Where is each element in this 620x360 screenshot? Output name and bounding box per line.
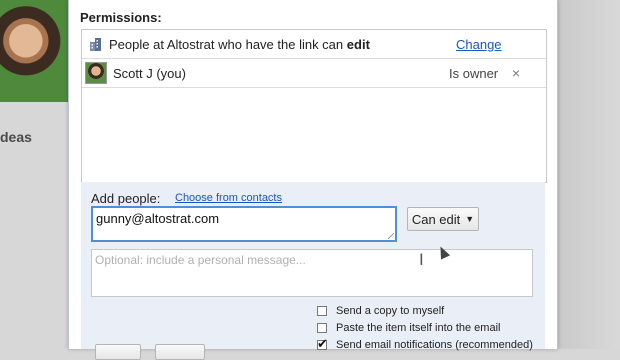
text-cursor-icon: I [419,250,424,269]
option-notifications[interactable]: Send email notifications (recommended) [317,336,533,353]
permission-dropdown-label: Can edit [411,211,461,227]
background-right [556,0,620,349]
option-paste-item[interactable]: Paste the item itself into the email [317,319,533,336]
add-people-input[interactable]: gunny@altostrat.com [91,206,397,242]
sharing-dialog: Permissions: People at Altostrat who hav… [68,0,558,360]
paste-item-label: Paste the item itself into the email [336,321,501,334]
email-value: gunny@altostrat.com [96,211,220,226]
permission-dropdown-button[interactable]: Can edit ▼ [407,207,479,231]
permissions-title: Permissions: [80,10,162,25]
change-link[interactable]: Change [456,37,502,52]
personal-message-field[interactable] [91,249,533,297]
notifications-checkbox[interactable] [317,336,328,352]
option-send-copy[interactable]: Send a copy to myself [317,302,533,319]
user-role: Is owner [449,65,499,81]
add-people-label: Add people: [91,191,161,206]
link-permission-row: People at Altostrat who have the link ca… [82,30,546,59]
user-name: Scott J (you) [113,65,186,81]
permissions-list: People at Altostrat who have the link ca… [81,29,547,183]
add-people-panel: Add people: Choose from contacts gunny@a… [81,182,545,360]
email-options: Send a copy to myself Paste the item its… [317,302,533,353]
building-icon [90,37,101,51]
send-copy-checkbox[interactable] [317,305,327,316]
background-text: deas [0,129,32,145]
background-avatar [0,0,68,102]
user-row: Scott J (you) Is owner × [82,59,546,88]
remove-icon[interactable]: × [512,65,520,81]
link-permission-access: edit [346,36,370,52]
link-permission-text: People at Altostrat who have the link ca… [109,37,370,52]
paste-item-checkbox[interactable] [317,322,327,333]
share-button[interactable] [95,344,141,360]
link-permission-prefix: People at Altostrat who have the link ca… [109,36,344,52]
chevron-down-icon: ▼ [465,214,475,224]
send-copy-label: Send a copy to myself [336,304,445,317]
resize-grip-icon[interactable] [388,233,394,239]
avatar [85,62,107,84]
cancel-button[interactable] [155,344,205,360]
choose-contacts-link[interactable]: Choose from contacts [175,192,282,204]
